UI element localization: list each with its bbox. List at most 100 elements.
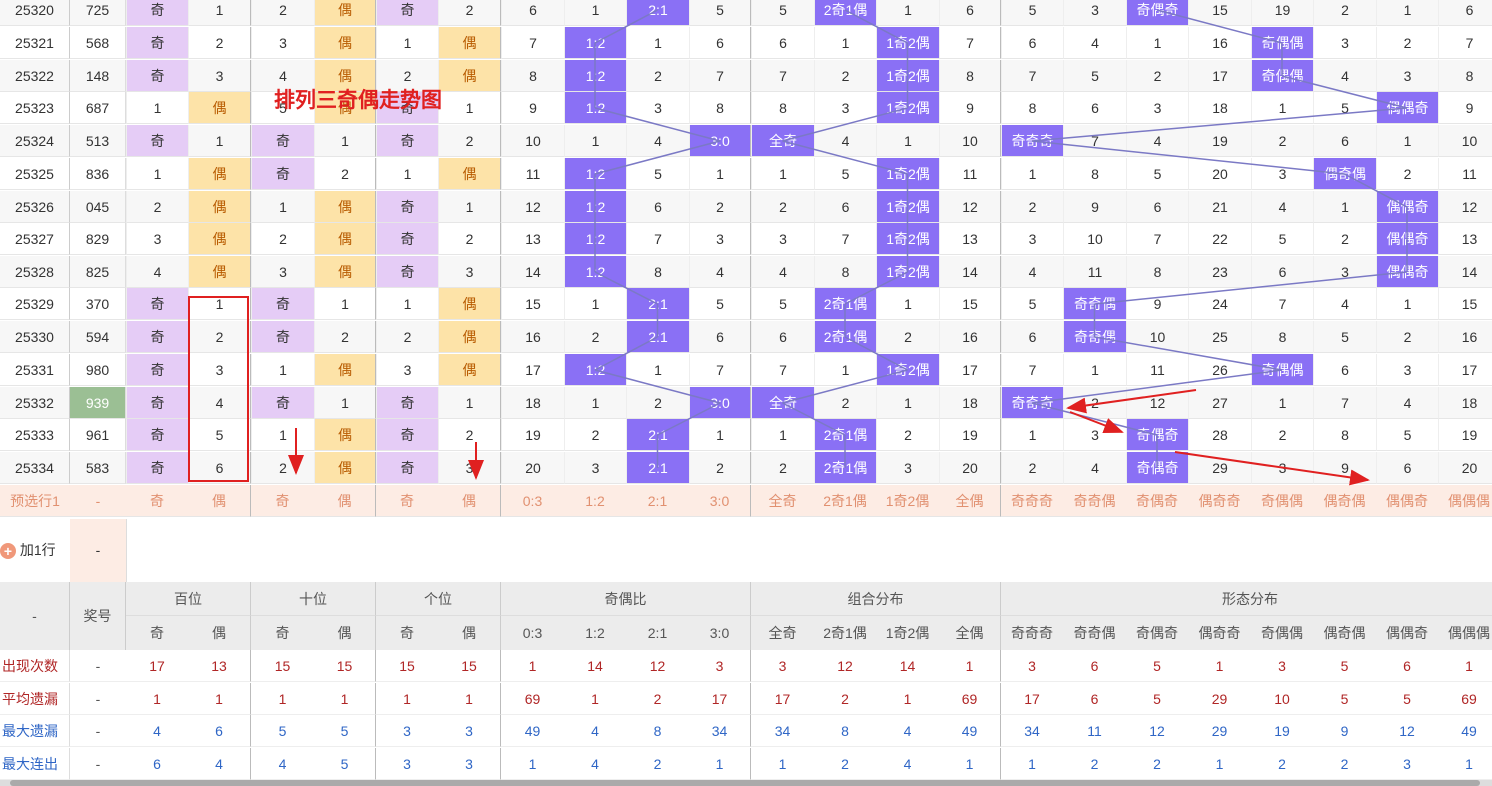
preselect-option[interactable]: 全偶 bbox=[939, 485, 1001, 517]
stat-value: 3 bbox=[689, 650, 751, 682]
header-subcolumn: 2奇1偶 bbox=[823, 625, 867, 641]
preselect-option[interactable]: 3:0 bbox=[689, 485, 751, 517]
issue-number: 25327 bbox=[0, 223, 70, 255]
trend-cell: 3 bbox=[188, 354, 251, 386]
preselect-option[interactable]: 2奇1偶 bbox=[814, 485, 876, 517]
trend-cell: 8 bbox=[939, 60, 1001, 92]
preselect-option[interactable]: 偶偶偶 bbox=[1438, 485, 1492, 517]
header-subcolumn: 偶奇奇 bbox=[1198, 625, 1241, 641]
stat-value: 17 bbox=[689, 683, 751, 715]
trend-cell: 奇偶偶 bbox=[1251, 60, 1313, 92]
preselect-option[interactable]: 偶 bbox=[438, 485, 501, 517]
preselect-option[interactable]: 2:1 bbox=[626, 485, 689, 517]
trend-cell: 23 bbox=[1188, 256, 1251, 288]
preselect-option[interactable]: 奇奇偶 bbox=[1063, 485, 1126, 517]
preselect-option[interactable]: 奇奇奇 bbox=[1001, 485, 1063, 517]
stat-label: 最大连出 bbox=[0, 748, 70, 780]
trend-cell: 1 bbox=[876, 387, 939, 419]
stat-label: 出现次数 bbox=[0, 650, 70, 682]
trend-cell: 1 bbox=[689, 419, 751, 451]
stat-value: 1 bbox=[501, 748, 564, 780]
trend-cell: 6 bbox=[814, 191, 876, 223]
preselect-option[interactable]: 奇 bbox=[126, 485, 188, 517]
stat-value: 3 bbox=[1001, 650, 1063, 682]
scrollbar-thumb[interactable] bbox=[10, 780, 1480, 786]
stat-value: 1 bbox=[126, 683, 188, 715]
preselect-option[interactable]: 奇偶偶 bbox=[1251, 485, 1313, 517]
header-subcolumn: 偶奇偶 bbox=[1323, 625, 1366, 641]
trend-cell: 1 bbox=[751, 158, 814, 190]
trend-cell: 3 bbox=[626, 92, 689, 124]
trend-cell: 9 bbox=[939, 92, 1001, 124]
trend-cell: 9 bbox=[1063, 191, 1126, 223]
chart-title: 排列三奇偶走势图 bbox=[274, 89, 442, 112]
preselect-option[interactable]: 奇 bbox=[251, 485, 314, 517]
trend-cell: 偶 bbox=[438, 321, 501, 353]
trend-cell: 5 bbox=[1126, 158, 1188, 190]
trend-cell: 6 bbox=[689, 321, 751, 353]
preselect-option[interactable]: 偶奇奇 bbox=[1188, 485, 1251, 517]
preselect-option[interactable]: 偶偶奇 bbox=[1376, 485, 1438, 517]
preselect-option[interactable]: 1奇2偶 bbox=[876, 485, 939, 517]
stat-value: 6 bbox=[1063, 650, 1126, 682]
trend-cell: 5 bbox=[1376, 419, 1438, 451]
trend-cell: 偶 bbox=[438, 60, 501, 92]
stat-value: 2 bbox=[626, 748, 689, 780]
trend-cell: 奇 bbox=[376, 125, 438, 157]
trend-cell: 7 bbox=[751, 60, 814, 92]
stat-value: 19 bbox=[1251, 715, 1313, 747]
table-row: 25332 939 奇 4 奇 1 奇 1 18 1 2 3:0 全奇 2 1 18 奇奇奇 2 12 27 1 7 4 18 bbox=[0, 387, 1492, 420]
stat-value: 5 bbox=[314, 715, 376, 747]
trend-cell: 1 bbox=[564, 288, 626, 320]
stat-value: 2 bbox=[1126, 748, 1188, 780]
preselect-option[interactable]: 0:3 bbox=[501, 485, 564, 517]
trend-cell: 奇 bbox=[251, 321, 314, 353]
trend-cell: 3 bbox=[126, 223, 188, 255]
preselect-option[interactable]: 偶奇偶 bbox=[1313, 485, 1376, 517]
trend-cell: 8 bbox=[1438, 60, 1492, 92]
trend-cell: 1 bbox=[314, 125, 376, 157]
trend-cell: 4 bbox=[1063, 452, 1126, 484]
winning-number: 583 bbox=[70, 452, 126, 484]
add-row-button[interactable]: + 加1行 bbox=[0, 519, 71, 582]
table-row: 25333 961 奇 5 1 偶奇 2 19 2 2:1 1 1 2奇1偶 2 19 1 3 奇偶奇 28 2 8 5 1… bbox=[0, 419, 1492, 452]
header-subcolumn: 偶偶偶 bbox=[1448, 625, 1490, 641]
trend-cell: 12 bbox=[501, 191, 564, 223]
stat-value: 5 bbox=[1313, 650, 1376, 682]
trend-cell: 4 bbox=[1126, 125, 1188, 157]
stat-value: 3 bbox=[376, 748, 438, 780]
preselect-option[interactable]: 偶 bbox=[188, 485, 251, 517]
trend-cell: 奇 bbox=[126, 125, 188, 157]
preselect-option[interactable]: 1:2 bbox=[564, 485, 626, 517]
stat-value: 1 bbox=[939, 650, 1001, 682]
trend-cell: 26 bbox=[1188, 354, 1251, 386]
header-corner: - bbox=[0, 582, 70, 650]
preselect-option[interactable]: 全奇 bbox=[751, 485, 814, 517]
preselect-option[interactable]: 偶 bbox=[314, 485, 376, 517]
preselect-option[interactable]: 奇偶奇 bbox=[1126, 485, 1188, 517]
winning-number: 568 bbox=[70, 27, 126, 59]
trend-cell: 19 bbox=[1251, 0, 1313, 26]
trend-cell: 奇偶偶 bbox=[1251, 354, 1313, 386]
trend-cell: 15 bbox=[939, 288, 1001, 320]
header-subcolumn: 偶 bbox=[188, 616, 251, 650]
trend-cell: 3 bbox=[1001, 223, 1063, 255]
trend-cell: 3 bbox=[1313, 256, 1376, 288]
trend-cell: 20 bbox=[1188, 158, 1251, 190]
horizontal-scrollbar[interactable] bbox=[0, 780, 1492, 786]
trend-cell: 奇 bbox=[251, 387, 314, 419]
trend-cell: 2奇1偶 bbox=[814, 452, 876, 484]
preselect-option[interactable]: 奇 bbox=[376, 485, 438, 517]
trend-cell: 6 bbox=[1376, 452, 1438, 484]
stat-label: 最大遗漏 bbox=[0, 715, 70, 747]
table-row: 25324 513 奇 1 奇 1 奇 2 10 1 4 3:0 全奇 4 1 10 奇奇奇 7 4 19 2 6 1 10 bbox=[0, 125, 1492, 158]
trend-cell: 2 bbox=[876, 321, 939, 353]
preselect-row[interactable]: 预选行1- 奇偶奇偶奇偶 0:3 1:2 2:1 3:0 全奇 2奇1偶 1奇2偶 全偶 奇奇奇 奇奇… bbox=[0, 485, 1492, 518]
trend-cell: 2 bbox=[188, 321, 251, 353]
trend-cell: 6 bbox=[1063, 92, 1126, 124]
trend-cell: 奇 bbox=[376, 256, 438, 288]
issue-number: 25332 bbox=[0, 387, 70, 419]
trend-cell: 16 bbox=[1438, 321, 1492, 353]
trend-cell: 1 bbox=[251, 191, 314, 223]
stat-value: 4 bbox=[564, 715, 626, 747]
